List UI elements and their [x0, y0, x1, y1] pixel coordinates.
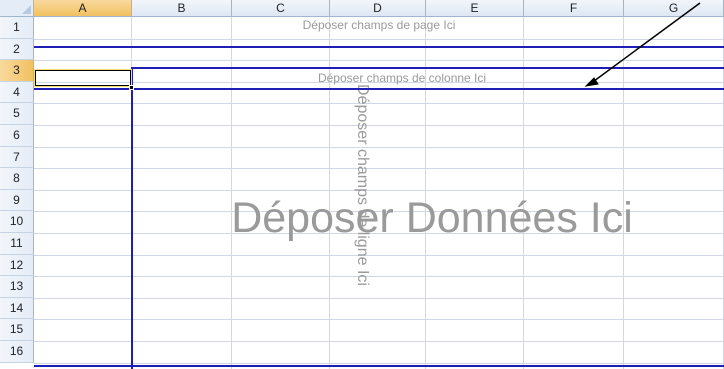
annotation-arrow-icon — [584, 2, 701, 87]
spreadsheet[interactable]: ABCDEFG 1 2 3 4 5 6 7 8 9 10 11 12 13 14 15 16 Déposer … — [0, 0, 724, 369]
